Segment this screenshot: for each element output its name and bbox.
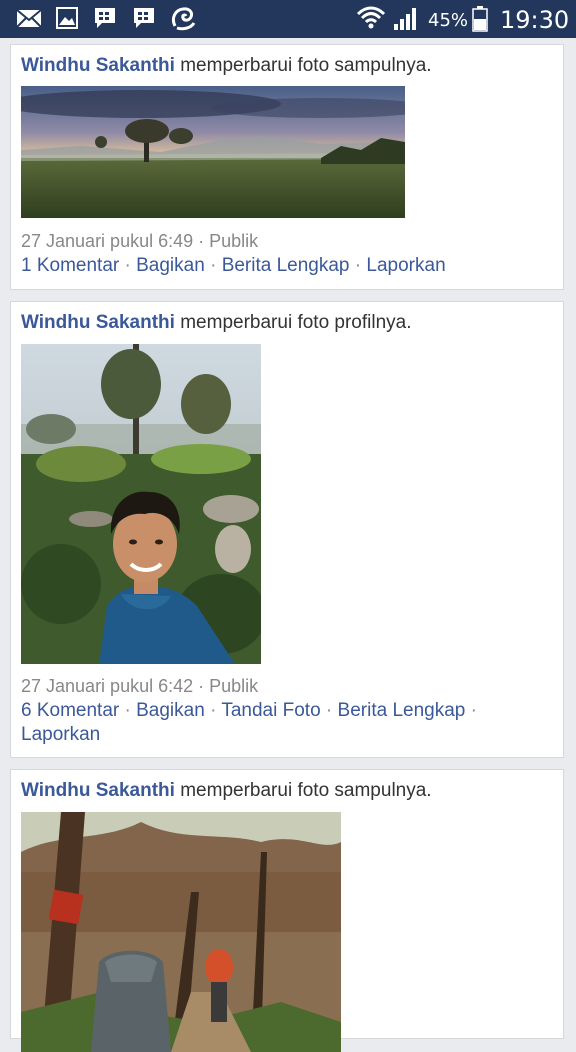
uc-browser-icon xyxy=(171,7,196,31)
wifi-icon xyxy=(356,6,386,29)
post-date[interactable]: 27 Januari pukul 6:49 xyxy=(21,231,193,251)
mail-icon xyxy=(16,9,42,28)
privacy-label: Publik xyxy=(209,676,259,696)
post-action-text: memperbarui foto sampulnya. xyxy=(174,780,432,801)
full-story-link[interactable]: Berita Lengkap xyxy=(338,700,466,721)
author-link[interactable]: Windhu Sakanthi xyxy=(21,780,175,801)
share-link[interactable]: Bagikan xyxy=(136,700,205,721)
post-actions: 1 Komentar · Bagikan · Berita Lengkap · … xyxy=(21,255,446,276)
author-link[interactable]: Windhu Sakanthi xyxy=(21,55,175,76)
feed-post: Windhu Sakanthi memperbarui foto sampuln… xyxy=(10,769,564,1052)
status-bar: 45% 19:30 xyxy=(0,0,576,38)
feed-post: Windhu Sakanthi memperbarui foto profiln… xyxy=(10,301,564,758)
post-headline: Windhu Sakanthi memperbarui foto sampuln… xyxy=(21,780,432,802)
post-action-text: memperbarui foto sampulnya. xyxy=(174,55,432,76)
tag-photo-link[interactable]: Tandai Foto xyxy=(221,700,320,721)
post-headline: Windhu Sakanthi memperbarui foto profiln… xyxy=(21,312,412,334)
share-link[interactable]: Bagikan xyxy=(136,255,205,276)
battery-icon xyxy=(472,6,488,32)
report-link[interactable]: Laporkan xyxy=(21,724,100,745)
post-meta: 27 Januari pukul 6:49 · Publik xyxy=(21,231,259,251)
bbm-icon xyxy=(134,8,154,28)
bbm-icon xyxy=(95,8,115,28)
full-story-link[interactable]: Berita Lengkap xyxy=(222,255,350,276)
comments-link[interactable]: 6 Komentar xyxy=(21,700,119,721)
post-actions: 6 Komentar · Bagikan · Tandai Foto · Ber… xyxy=(21,700,477,745)
clock: 19:30 xyxy=(500,6,570,34)
post-date[interactable]: 27 Januari pukul 6:42 xyxy=(21,676,193,696)
cover-photo[interactable] xyxy=(21,86,405,218)
comments-link[interactable]: 1 Komentar xyxy=(21,255,119,276)
signal-icon xyxy=(394,8,416,30)
gallery-icon xyxy=(56,7,78,29)
battery-percent: 45% xyxy=(428,10,469,31)
profile-photo[interactable] xyxy=(21,344,261,664)
post-headline: Windhu Sakanthi memperbarui foto sampuln… xyxy=(21,55,432,77)
post-meta: 27 Januari pukul 6:42 · Publik xyxy=(21,676,259,696)
privacy-label: Publik xyxy=(209,231,259,251)
post-action-text: memperbarui foto profilnya. xyxy=(174,312,412,333)
cover-photo[interactable] xyxy=(21,812,341,1052)
author-link[interactable]: Windhu Sakanthi xyxy=(21,312,175,333)
report-link[interactable]: Laporkan xyxy=(366,255,445,276)
feed-post: Windhu Sakanthi memperbarui foto sampuln… xyxy=(10,44,564,290)
